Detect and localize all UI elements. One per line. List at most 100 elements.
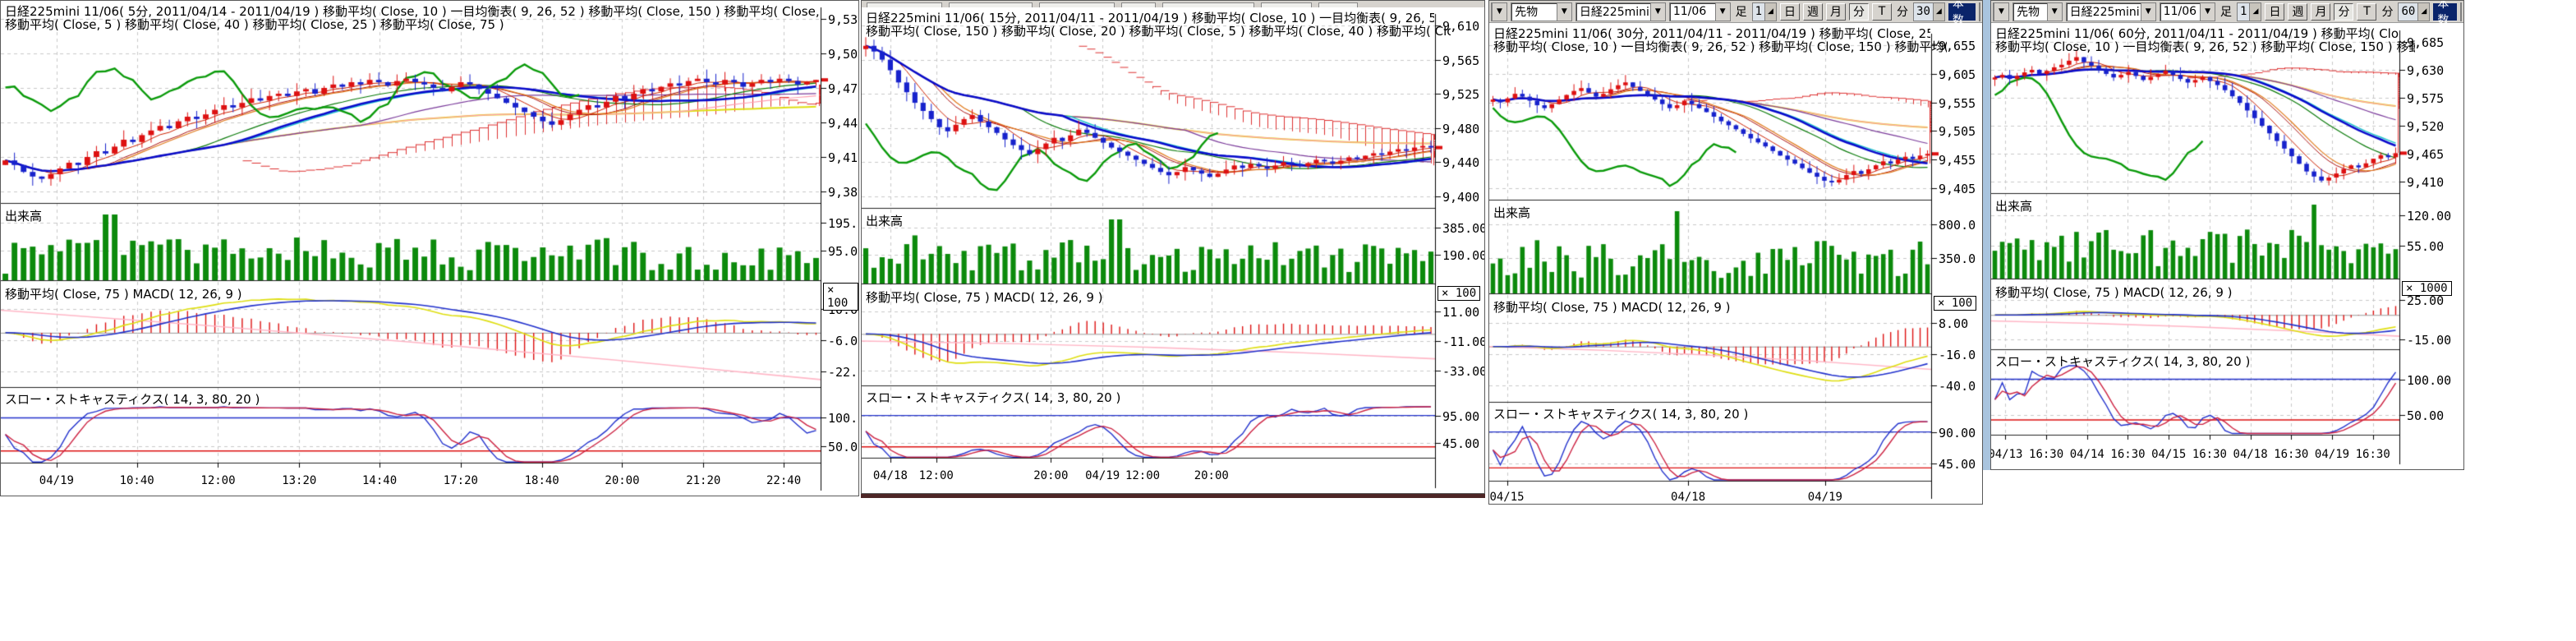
time-axis-label: 04/14 <box>2070 448 2104 461</box>
chevron-down-icon: ▼ <box>2141 3 2155 21</box>
volume-pane-label: 出来高 <box>5 207 42 224</box>
combo-market-select[interactable]: 先物▼ <box>1511 2 1572 21</box>
honsu-input[interactable] <box>2460 2 2462 21</box>
ashi-label: 足 <box>1734 3 1749 20</box>
combo-market-select[interactable]: 先物▼ <box>2012 2 2063 21</box>
period-button-週[interactable]: 週 <box>2288 3 2307 21</box>
honsu-label[interactable]: 本数 <box>1948 3 1976 21</box>
macd-axis-tick: -22.00 <box>828 365 859 380</box>
trading-app-desktop: 日経225mini 11/06( 5分, 2011/04/14 - 2011/0… <box>0 0 2576 641</box>
stoch-pane-label: スロー・ストキャスティクス( 14, 3, 80, 20 ) <box>5 390 260 408</box>
chart-indicator-legend: 移動平均( Close, 150 ) 移動平均( Close, 20 ) 移動平… <box>866 22 1451 39</box>
combo-contract-select[interactable]: 11/06▼ <box>1669 2 1731 21</box>
period-button-月[interactable]: 月 <box>1826 3 1846 21</box>
price-axis-tick: 9,505 <box>1939 124 1976 139</box>
price-axis-tick: 9,565 <box>1442 53 1479 68</box>
time-axis-label: 16:30 <box>2274 448 2308 461</box>
price-axis-tick: 9,415 <box>828 150 859 165</box>
volume-multiplier-badge: × 100 <box>823 283 858 311</box>
combo-symbol-select[interactable]: 日経225mini▼ <box>1576 2 1666 21</box>
period-button-日[interactable]: 日 <box>2265 3 2284 21</box>
time-axis-label: 13:20 <box>282 474 316 487</box>
ashi-value: 1 <box>1753 5 1764 18</box>
macd-pane-label: 移動平均( Close, 75 ) MACD( 12, 26, 9 ) <box>5 285 242 302</box>
period-button-分[interactable]: 分 <box>2334 3 2353 21</box>
macd-pane-label: 移動平均( Close, 75 ) MACD( 12, 26, 9 ) <box>866 288 1103 306</box>
time-axis-label: 04/19 <box>2315 448 2349 461</box>
stoch-pane-label: スロー・ストキャスティクス( 14, 3, 80, 20 ) <box>1995 353 2250 370</box>
macd-pane-label: 移動平均( Close, 75 ) MACD( 12, 26, 9 ) <box>1493 298 1731 316</box>
time-axis-label: 12:00 <box>1125 469 1160 482</box>
spinner-icon: ◢ <box>2417 3 2429 21</box>
time-axis-label: 04/18 <box>2233 448 2268 461</box>
period-button-分[interactable]: 分 <box>1849 3 1869 21</box>
chart-indicator-legend: 移動平均( Close, 10 ) 一目均衡表( 9, 26, 52 ) 移動平… <box>1995 38 2415 55</box>
time-axis-label: 12:00 <box>200 474 235 487</box>
period-button-T[interactable]: T <box>2357 3 2376 21</box>
time-axis-label: 12:00 <box>919 469 954 482</box>
macd-axis-tick: -11.00 <box>1442 334 1485 349</box>
collapsed-combo-button[interactable]: ▼ <box>1491 2 1507 21</box>
period-button-週[interactable]: 週 <box>1803 3 1823 21</box>
price-axis-tick: 9,480 <box>1442 122 1479 136</box>
minute-label: 分 <box>1895 3 1910 20</box>
time-axis-label: 16:30 <box>2110 448 2145 461</box>
price-axis-tick: 9,385 <box>828 185 859 200</box>
macd-axis-tick: 8.00 <box>1939 316 1968 331</box>
stoch-axis-tick: 45.00 <box>1442 436 1479 451</box>
chart-toolbar: ▼先物▼日経225mini▼11/06▼足1◢日週月分T分60◢本数 <box>1991 1 2463 23</box>
period-button-月[interactable]: 月 <box>2311 3 2330 21</box>
price-axis-tick: 9,505 <box>828 47 859 62</box>
toolbar-fragment-box <box>1162 2 1254 7</box>
volume-axis-tick: 120.00 <box>2407 209 2451 224</box>
combo-contract-value: 11/06 <box>2160 5 2200 18</box>
price-chart-canvas[interactable] <box>1489 1 1983 505</box>
stoch-axis-tick: 95.00 <box>1442 409 1479 424</box>
chevron-down-icon: ▼ <box>1557 3 1571 21</box>
period-button-日[interactable]: 日 <box>1780 3 1800 21</box>
price-axis-tick: 9,445 <box>828 116 859 131</box>
volume-axis-tick: 800.0 <box>1939 218 1976 233</box>
chart-toolbar: ▼先物▼日経225mini▼11/06▼足1◢日週月分T分30◢本数 <box>1489 1 1982 23</box>
combo-symbol-select[interactable]: 日経225mini▼ <box>2066 2 2156 21</box>
combo-symbol-value: 日経225mini <box>1576 3 1650 20</box>
price-axis-tick: 9,475 <box>828 81 859 96</box>
minute-stepper[interactable]: 60◢ <box>2398 2 2430 21</box>
ashi-value: 1 <box>2238 5 2249 18</box>
price-axis-tick: 9,440 <box>1442 155 1479 170</box>
chevron-down-icon: ▼ <box>2047 3 2062 21</box>
chevron-down-icon: ▼ <box>2200 3 2215 21</box>
toolbar-fragment-box <box>1121 2 1156 7</box>
minute-value: 60 <box>2399 5 2417 18</box>
collapsed-combo-button[interactable]: ▼ <box>1993 2 2009 21</box>
chart-window-3: ▼先物▼日経225mini▼11/06▼足1◢日週月分T分30◢本数日経225m… <box>1488 0 1983 505</box>
ashi-stepper[interactable]: 1◢ <box>1752 2 1777 21</box>
stoch-pane-label: スロー・ストキャスティクス( 14, 3, 80, 20 ) <box>1493 405 1748 422</box>
chevron-down-icon: ▼ <box>1492 3 1506 21</box>
time-axis-label: 16:30 <box>2029 448 2063 461</box>
time-axis-label: 04/15 <box>1489 491 1524 504</box>
price-chart-canvas[interactable] <box>1 1 859 496</box>
window-separator-strip <box>1983 0 1990 470</box>
toolbar-fragment-box <box>1318 2 1358 7</box>
price-chart-canvas[interactable] <box>1991 1 2464 470</box>
chevron-down-icon: ▼ <box>1650 3 1665 21</box>
price-axis-tick: 9,630 <box>2407 63 2444 78</box>
time-axis-label: 20:00 <box>605 474 639 487</box>
volume-multiplier-badge: × 100 <box>1934 296 1976 311</box>
honsu-label[interactable]: 本数 <box>2433 3 2457 21</box>
period-button-T[interactable]: T <box>1872 3 1892 21</box>
time-axis-label: 04/18 <box>1671 491 1705 504</box>
minute-stepper[interactable]: 30◢ <box>1913 2 1945 21</box>
ashi-stepper[interactable]: 1◢ <box>2237 2 2261 21</box>
minute-value: 30 <box>1914 5 1933 18</box>
chart-indicator-legend: 移動平均( Close, 10 ) 一目均衡表( 9, 26, 52 ) 移動平… <box>1493 38 1947 55</box>
price-chart-canvas[interactable] <box>862 1 1485 494</box>
macd-pane-label: 移動平均( Close, 75 ) MACD( 12, 26, 9 ) <box>1995 284 2233 301</box>
volume-multiplier-badge: × 1000 <box>2402 281 2452 296</box>
combo-contract-select[interactable]: 11/06▼ <box>2160 2 2215 21</box>
price-axis-tick: 9,455 <box>1939 153 1976 168</box>
macd-axis-tick: 11.00 <box>1442 305 1479 320</box>
time-axis-label: 14:40 <box>362 474 397 487</box>
honsu-input[interactable] <box>1979 2 1980 21</box>
